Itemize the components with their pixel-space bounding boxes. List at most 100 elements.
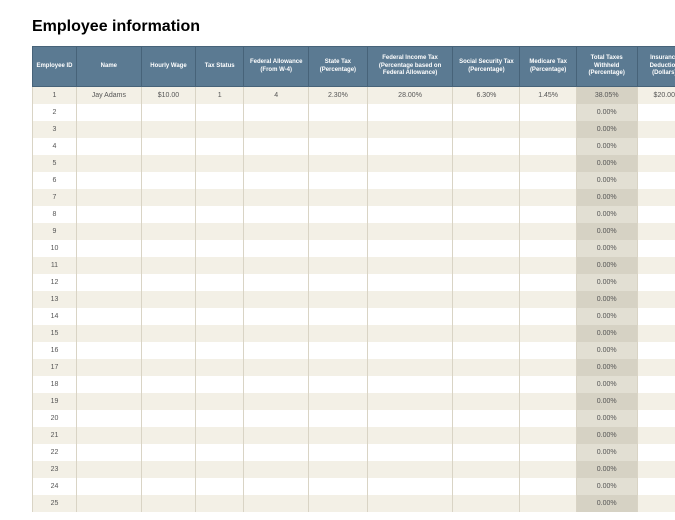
cell-federal-income-tax[interactable] (367, 427, 453, 444)
cell-medicare-tax[interactable] (520, 257, 576, 274)
cell-insurance-deduction[interactable] (637, 444, 675, 461)
cell-tax-status[interactable] (196, 427, 244, 444)
cell-name[interactable] (76, 155, 141, 172)
cell-medicare-tax[interactable] (520, 206, 576, 223)
cell-medicare-tax[interactable] (520, 274, 576, 291)
cell-state-tax[interactable] (309, 223, 368, 240)
cell-federal-income-tax[interactable] (367, 138, 453, 155)
cell-insurance-deduction[interactable] (637, 206, 675, 223)
cell-total-taxes[interactable]: 0.00% (576, 138, 637, 155)
cell-state-tax[interactable] (309, 121, 368, 138)
cell-social-security-tax[interactable] (453, 427, 520, 444)
cell-state-tax[interactable] (309, 257, 368, 274)
cell-hourly-wage[interactable] (141, 172, 195, 189)
cell-medicare-tax[interactable] (520, 444, 576, 461)
cell-total-taxes[interactable]: 0.00% (576, 291, 637, 308)
cell-social-security-tax[interactable] (453, 495, 520, 512)
cell-medicare-tax[interactable] (520, 495, 576, 512)
cell-federal-income-tax[interactable] (367, 308, 453, 325)
cell-hourly-wage[interactable] (141, 257, 195, 274)
cell-medicare-tax[interactable]: 1.45% (520, 87, 576, 104)
cell-employee-id[interactable]: 18 (33, 376, 77, 393)
cell-federal-allowance[interactable] (244, 342, 309, 359)
cell-total-taxes[interactable]: 0.00% (576, 308, 637, 325)
cell-insurance-deduction[interactable] (637, 240, 675, 257)
cell-federal-allowance[interactable] (244, 461, 309, 478)
cell-insurance-deduction[interactable] (637, 342, 675, 359)
cell-federal-allowance[interactable] (244, 325, 309, 342)
cell-tax-status[interactable] (196, 155, 244, 172)
cell-federal-allowance[interactable] (244, 104, 309, 121)
cell-total-taxes[interactable]: 0.00% (576, 240, 637, 257)
cell-federal-income-tax[interactable] (367, 376, 453, 393)
cell-federal-allowance[interactable] (244, 376, 309, 393)
cell-employee-id[interactable]: 10 (33, 240, 77, 257)
cell-total-taxes[interactable]: 0.00% (576, 155, 637, 172)
cell-hourly-wage[interactable] (141, 427, 195, 444)
cell-tax-status[interactable] (196, 206, 244, 223)
cell-federal-allowance[interactable] (244, 410, 309, 427)
cell-hourly-wage[interactable] (141, 274, 195, 291)
cell-total-taxes[interactable]: 0.00% (576, 104, 637, 121)
cell-name[interactable] (76, 444, 141, 461)
cell-name[interactable]: Jay Adams (76, 87, 141, 104)
cell-name[interactable] (76, 342, 141, 359)
cell-employee-id[interactable]: 22 (33, 444, 77, 461)
cell-employee-id[interactable]: 8 (33, 206, 77, 223)
cell-medicare-tax[interactable] (520, 478, 576, 495)
cell-medicare-tax[interactable] (520, 121, 576, 138)
cell-hourly-wage[interactable] (141, 376, 195, 393)
cell-tax-status[interactable] (196, 257, 244, 274)
cell-tax-status[interactable] (196, 189, 244, 206)
cell-insurance-deduction[interactable] (637, 376, 675, 393)
cell-employee-id[interactable]: 11 (33, 257, 77, 274)
cell-federal-allowance[interactable] (244, 121, 309, 138)
cell-medicare-tax[interactable] (520, 155, 576, 172)
cell-employee-id[interactable]: 14 (33, 308, 77, 325)
cell-state-tax[interactable] (309, 342, 368, 359)
cell-state-tax[interactable] (309, 155, 368, 172)
cell-total-taxes[interactable]: 0.00% (576, 427, 637, 444)
cell-federal-income-tax[interactable] (367, 444, 453, 461)
cell-hourly-wage[interactable] (141, 495, 195, 512)
cell-tax-status[interactable]: 1 (196, 87, 244, 104)
cell-federal-allowance[interactable] (244, 274, 309, 291)
cell-tax-status[interactable] (196, 444, 244, 461)
cell-federal-allowance[interactable] (244, 223, 309, 240)
cell-employee-id[interactable]: 21 (33, 427, 77, 444)
cell-hourly-wage[interactable] (141, 206, 195, 223)
cell-social-security-tax[interactable] (453, 189, 520, 206)
cell-insurance-deduction[interactable] (637, 257, 675, 274)
cell-medicare-tax[interactable] (520, 410, 576, 427)
cell-federal-income-tax[interactable] (367, 478, 453, 495)
cell-tax-status[interactable] (196, 138, 244, 155)
cell-federal-income-tax[interactable] (367, 104, 453, 121)
cell-employee-id[interactable]: 20 (33, 410, 77, 427)
cell-employee-id[interactable]: 23 (33, 461, 77, 478)
cell-federal-allowance[interactable] (244, 172, 309, 189)
cell-medicare-tax[interactable] (520, 376, 576, 393)
cell-name[interactable] (76, 461, 141, 478)
cell-state-tax[interactable] (309, 308, 368, 325)
cell-tax-status[interactable] (196, 274, 244, 291)
cell-federal-income-tax[interactable] (367, 257, 453, 274)
cell-hourly-wage[interactable] (141, 478, 195, 495)
cell-employee-id[interactable]: 3 (33, 121, 77, 138)
cell-name[interactable] (76, 376, 141, 393)
cell-employee-id[interactable]: 2 (33, 104, 77, 121)
cell-social-security-tax[interactable] (453, 393, 520, 410)
cell-tax-status[interactable] (196, 359, 244, 376)
cell-hourly-wage[interactable] (141, 121, 195, 138)
cell-insurance-deduction[interactable] (637, 325, 675, 342)
cell-employee-id[interactable]: 17 (33, 359, 77, 376)
cell-insurance-deduction[interactable] (637, 223, 675, 240)
cell-employee-id[interactable]: 25 (33, 495, 77, 512)
cell-insurance-deduction[interactable] (637, 121, 675, 138)
cell-hourly-wage[interactable] (141, 461, 195, 478)
cell-total-taxes[interactable]: 0.00% (576, 444, 637, 461)
cell-social-security-tax[interactable] (453, 461, 520, 478)
cell-employee-id[interactable]: 12 (33, 274, 77, 291)
cell-federal-allowance[interactable] (244, 155, 309, 172)
cell-state-tax[interactable] (309, 444, 368, 461)
cell-insurance-deduction[interactable] (637, 104, 675, 121)
